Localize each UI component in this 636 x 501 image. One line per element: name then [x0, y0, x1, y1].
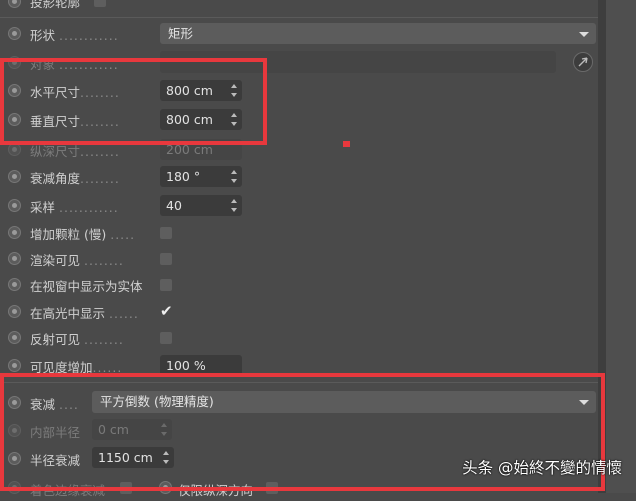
param-radio[interactable]: [8, 331, 21, 344]
checkbox[interactable]: [94, 0, 106, 7]
field-value: 100 %: [166, 358, 206, 373]
row-label: 在视窗中显示为实体: [30, 279, 143, 294]
row-label: 纵深尺寸: [30, 144, 81, 159]
right-panel-strip: [606, 0, 636, 493]
field-value: 180 °: [166, 169, 201, 184]
chevron-down-icon: [579, 32, 589, 37]
field-value: 40: [166, 198, 182, 213]
add-grain-checkbox[interactable]: [160, 227, 172, 239]
spinner-arrows-icon[interactable]: [231, 170, 238, 183]
param-radio[interactable]: [8, 226, 21, 239]
param-radio[interactable]: [8, 0, 21, 8]
param-radio[interactable]: [8, 305, 21, 318]
highlight-box-size: [0, 58, 267, 145]
row-show-in-render: 渲染可见 ........: [0, 248, 598, 270]
samples-input[interactable]: 40: [160, 195, 242, 216]
param-radio[interactable]: [8, 278, 21, 291]
row-show-as-solid: 在视窗中显示为实体: [0, 274, 598, 296]
pick-arrow-icon[interactable]: [573, 52, 593, 72]
show-in-render-checkbox[interactable]: [160, 253, 172, 265]
watermark: 头条 @始終不變的情懷: [462, 459, 622, 477]
shape-dropdown[interactable]: 矩形: [160, 23, 596, 44]
row-label: 增加颗粒 (慢): [30, 227, 107, 242]
param-radio[interactable]: [8, 359, 21, 372]
row-label: 渲染可见: [30, 253, 81, 268]
dropdown-value: 矩形: [168, 26, 194, 41]
falloff-angle-input[interactable]: 180 °: [160, 166, 242, 187]
row-label: 投影轮廓: [30, 0, 81, 10]
leader-dots: ........: [84, 332, 124, 347]
row-show-in-highlight: 在高光中显示 ...... ✔: [0, 301, 598, 323]
check-icon[interactable]: ✔: [160, 304, 173, 319]
spinner-arrows-icon[interactable]: [231, 199, 238, 212]
row-label: 反射可见: [30, 332, 81, 347]
row-shape: 形状 ............ 矩形: [0, 23, 598, 45]
row-label: 在高光中显示: [30, 306, 106, 321]
leader-dots: .....: [110, 227, 136, 242]
red-marker: [343, 141, 350, 147]
leader-dots: ............: [59, 200, 119, 215]
row-label: 衰减角度: [30, 171, 81, 186]
row-add-grain: 增加颗粒 (慢) .....: [0, 222, 598, 244]
row-samples: 采样 ............ 40: [0, 195, 598, 217]
param-radio[interactable]: [8, 170, 21, 183]
row-reflection-visible: 反射可见 ........: [0, 327, 598, 349]
reflection-visible-checkbox[interactable]: [160, 332, 172, 344]
leader-dots: ........: [80, 144, 120, 159]
show-as-solid-checkbox[interactable]: [160, 279, 172, 291]
leader-dots: ........: [80, 171, 120, 186]
param-radio[interactable]: [8, 27, 21, 40]
leader-dots: ............: [59, 28, 119, 43]
param-radio[interactable]: [8, 252, 21, 265]
row-label: 采样: [30, 200, 56, 215]
row-label: 形状: [30, 28, 56, 43]
leader-dots: ......: [109, 306, 139, 321]
row-falloff-angle: 衰减角度........ 180 °: [0, 166, 598, 188]
divider: [0, 17, 598, 18]
param-radio[interactable]: [8, 199, 21, 212]
leader-dots: ........: [84, 253, 124, 268]
